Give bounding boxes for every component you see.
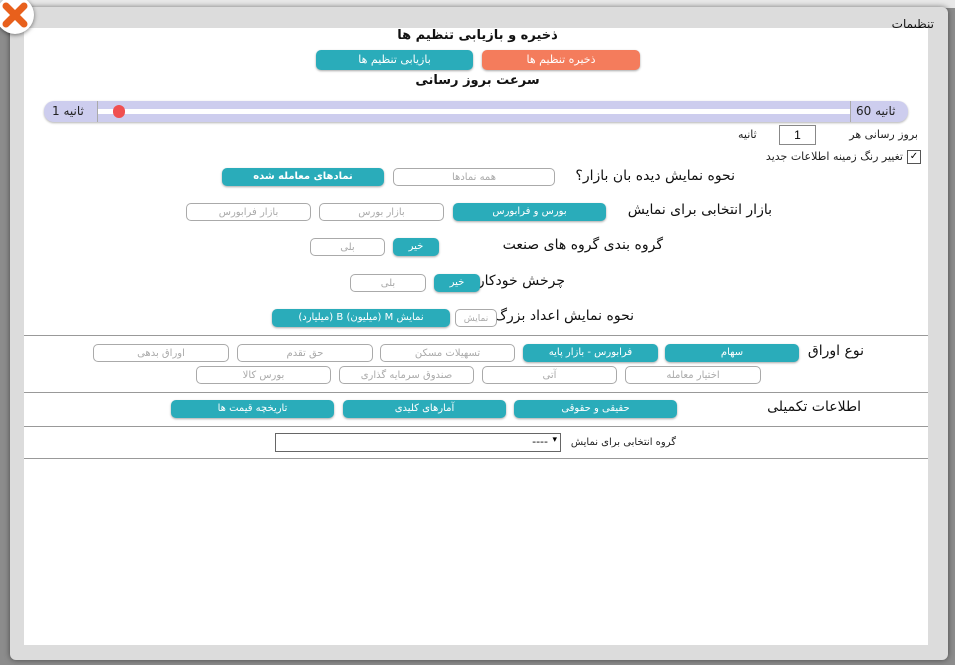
grouping-no-button[interactable]: خیر <box>393 238 439 256</box>
security-futures-button[interactable]: آتی <box>482 366 617 384</box>
watch-all-symbols-button[interactable]: همه نمادها <box>393 168 555 186</box>
refresh-seconds-label: ثانیه <box>738 128 757 141</box>
autorotate-yes-button[interactable]: بلی <box>350 274 426 292</box>
market-bourse-button[interactable]: بازار بورس <box>319 203 444 221</box>
group-select-label: گروه انتخابی برای نمایش <box>570 437 676 448</box>
security-housing-button[interactable]: تسهیلات مسکن <box>380 344 515 362</box>
security-bonds-button[interactable]: اوراق بدهی <box>93 344 229 362</box>
divider <box>24 392 928 393</box>
refresh-every-label: بروز رسانی هر <box>849 128 918 141</box>
market-farabourse-button[interactable]: بازار فرابورس <box>186 203 311 221</box>
security-options-button[interactable]: اختیار معامله <box>625 366 761 384</box>
security-type-label: نوع اوراق <box>807 343 864 359</box>
divider <box>24 335 928 336</box>
refresh-speed-heading: سرعت بروز رسانی <box>415 73 540 88</box>
watch-traded-symbols-button[interactable]: نمادهای معامله شده <box>222 168 384 186</box>
bignum-mb-button[interactable]: نمایش M (میلیون) B (میلیارد) <box>272 309 450 327</box>
watch-mode-label: نحوه نمایش دیده بان بازار؟ <box>575 168 735 184</box>
security-commodity-button[interactable]: بورس کالا <box>196 366 331 384</box>
extra-info-label: اطلاعات تکمیلی <box>767 399 861 415</box>
restore-settings-button[interactable]: بازیابی تنظیم ها <box>316 50 473 70</box>
highlight-checkbox[interactable]: ✓ <box>907 150 921 164</box>
security-rights-button[interactable]: حق تقدم <box>237 344 373 362</box>
save-restore-heading: ذخیره و بازیابی تنظیم ها <box>397 28 558 43</box>
chevron-down-icon: ▾ <box>552 435 557 445</box>
security-funds-button[interactable]: صندوق سرمایه گذاری <box>339 366 474 384</box>
divider <box>24 458 928 459</box>
autorotate-no-button[interactable]: خیر <box>434 274 480 292</box>
bignum-simple-button[interactable]: نمایش ساده <box>455 309 497 327</box>
refresh-interval-input[interactable] <box>779 125 816 145</box>
grouping-yes-button[interactable]: بلی <box>310 238 385 256</box>
save-settings-button[interactable]: ذخیره تنظیم ها <box>482 50 640 70</box>
autorotate-label: چرخش خودکار <box>477 273 565 289</box>
group-select-value: ---- <box>532 435 548 448</box>
slider-thumb[interactable] <box>113 105 125 118</box>
divider <box>24 426 928 427</box>
refresh-slider[interactable]: ثانیه 1 ثانیه 60 <box>44 101 908 122</box>
market-bourse-farabourse-button[interactable]: بورس و فرابورس <box>453 203 606 221</box>
slider-track[interactable] <box>98 109 850 114</box>
security-stocks-button[interactable]: سهام <box>665 344 799 362</box>
big-number-label: نحوه نمایش اعداد بزرگ <box>494 308 634 324</box>
extra-real-legal-button[interactable]: حقیقی و حقوقی <box>514 400 677 418</box>
group-select[interactable]: ▾ ---- <box>275 433 561 452</box>
highlight-label: تغییر رنگ زمینه اطلاعات جدید <box>765 150 903 163</box>
market-label: بازار انتخابی برای نمایش <box>627 202 772 218</box>
slider-min-label: ثانیه 1 <box>52 104 84 118</box>
industry-grouping-label: گروه بندی گروه های صنعت <box>502 237 663 253</box>
extra-key-stats-button[interactable]: آمارهای کلیدی <box>343 400 506 418</box>
security-base-market-button[interactable]: فرابورس - بازار پایه <box>523 344 658 362</box>
extra-price-history-button[interactable]: تاریخچه قیمت ها <box>171 400 334 418</box>
slider-max-label: ثانیه 60 <box>856 104 896 118</box>
